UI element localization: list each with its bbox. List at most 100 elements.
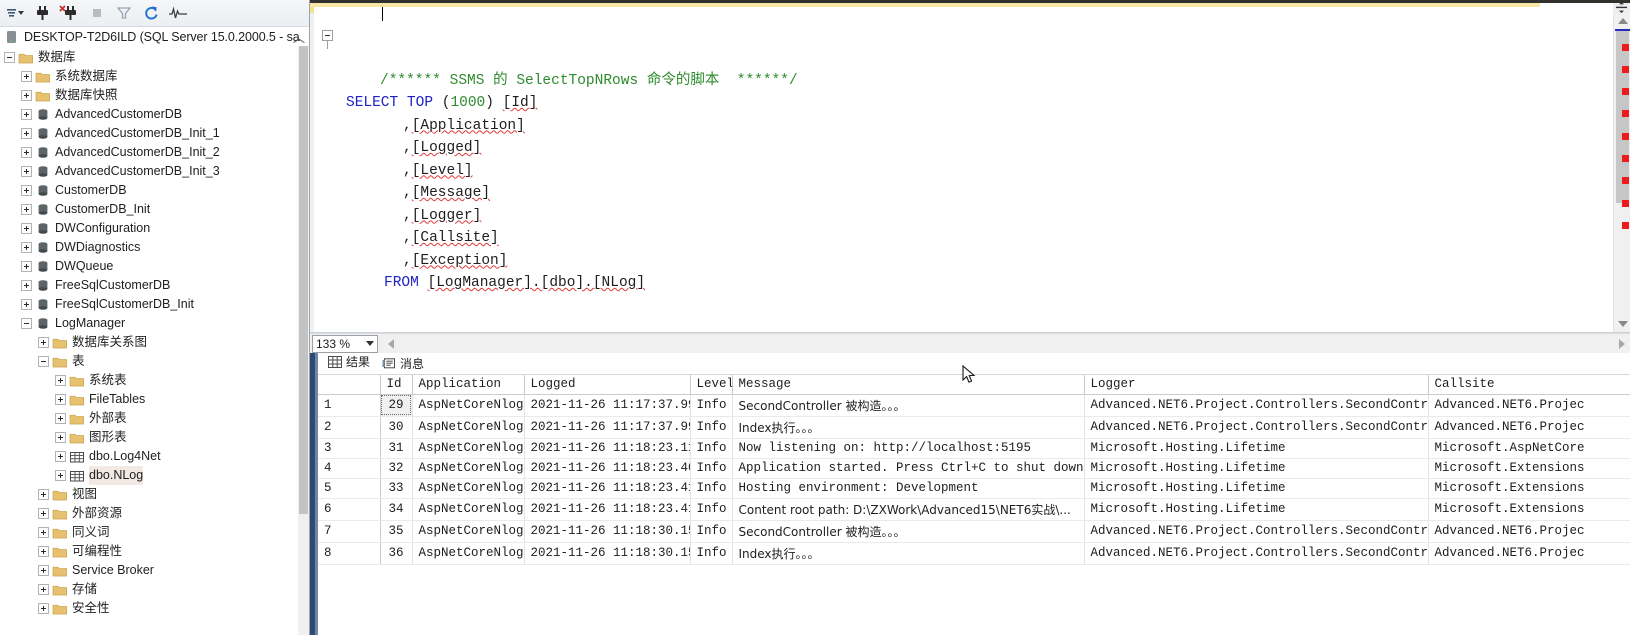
cell-application[interactable]: AspNetCoreNlog [412, 394, 525, 417]
tree-node-FileTables[interactable]: FileTables [0, 390, 309, 409]
cell-id[interactable]: 36 [380, 542, 413, 565]
tree-node-[interactable]: 表 [0, 352, 309, 371]
cell-application[interactable]: AspNetCoreNlog [412, 458, 525, 479]
expand-plus-icon[interactable] [55, 470, 66, 481]
cell-n[interactable]: 7 [318, 520, 381, 543]
expand-plus-icon[interactable] [21, 90, 32, 101]
cell-n[interactable]: 2 [318, 416, 381, 439]
cell-logger[interactable]: Advanced.NET6.Project.Controllers.Second… [1084, 416, 1429, 439]
cell-logger[interactable]: Advanced.NET6.Project.Controllers.Second… [1084, 542, 1429, 565]
tree-node-[interactable]: 数据库 [0, 48, 309, 67]
collapse-minus-icon[interactable] [38, 356, 49, 367]
expand-plus-icon[interactable] [38, 527, 49, 538]
cell-application[interactable]: AspNetCoreNlog [412, 416, 525, 439]
cell-message[interactable]: Content root path: D:\ZXWork\Advanced15\… [732, 498, 1085, 521]
cell-logger[interactable]: Advanced.NET6.Project.Controllers.Second… [1084, 520, 1429, 543]
cell-id[interactable]: 31 [380, 438, 413, 459]
cell-id[interactable]: 30 [380, 416, 413, 439]
column-header-level[interactable]: Level [690, 375, 733, 395]
tree-node-LogManager[interactable]: LogManager [0, 314, 309, 333]
collapse-minus-icon[interactable] [21, 318, 32, 329]
tree-node-AdvancedCustomerDB_Init_1[interactable]: AdvancedCustomerDB_Init_1 [0, 124, 309, 143]
tree-node-AdvancedCustomerDB[interactable]: AdvancedCustomerDB [0, 105, 309, 124]
explorer-vertical-scrollbar[interactable] [298, 46, 309, 635]
tree-node-[interactable]: 数据库关系图 [0, 333, 309, 352]
column-header-application[interactable]: Application [412, 375, 525, 395]
cell-level[interactable]: Info [690, 498, 733, 521]
cell-message[interactable]: SecondController 被构造。。。 [732, 520, 1085, 543]
expand-plus-icon[interactable] [38, 337, 49, 348]
cell-message[interactable]: Index执行。。。 [732, 416, 1085, 439]
cell-callsite[interactable]: Advanced.NET6.Projec [1428, 520, 1630, 543]
results-grid[interactable]: Id Application Logged Level Message Logger Cal… [318, 375, 1630, 565]
refresh-icon[interactable] [138, 2, 164, 25]
expand-plus-icon[interactable] [21, 299, 32, 310]
scroll-up-arrow[interactable] [1614, 12, 1630, 29]
cell-logger[interactable]: Microsoft.Hosting.Lifetime [1084, 458, 1429, 479]
results-tabstrip[interactable]: 结果 消息 [318, 353, 1630, 375]
tree-node-[interactable]: 图形表 [0, 428, 309, 447]
expand-plus-icon[interactable] [21, 204, 32, 215]
explorer-scroll-thumb[interactable] [299, 46, 308, 514]
tree-node-[interactable]: 系统数据库 [0, 67, 309, 86]
editor-horizontal-scrollbar[interactable] [398, 334, 1613, 353]
cell-level[interactable]: Info [690, 542, 733, 565]
cell-callsite[interactable]: Microsoft.AspNetCore [1428, 438, 1630, 459]
cell-message[interactable]: Index执行。。。 [732, 542, 1085, 565]
editor-gutter[interactable] [314, 0, 340, 332]
cell-message[interactable]: Application started. Press Ctrl+C to shu… [732, 458, 1085, 479]
error-marker[interactable] [1622, 44, 1629, 51]
tree-node-[interactable]: 系统表 [0, 371, 309, 390]
error-marker[interactable] [1622, 177, 1629, 184]
cell-n[interactable]: 5 [318, 478, 381, 499]
error-marker[interactable] [1622, 110, 1629, 117]
cell-logged[interactable]: 2021-11-26 11:18:23.413 [524, 498, 691, 521]
expand-plus-icon[interactable] [21, 261, 32, 272]
table-row[interactable]: 1 29 AspNetCoreNlog 2021-11-26 11:17:37.993… [318, 394, 1630, 417]
error-marker[interactable] [1622, 66, 1629, 73]
expand-plus-icon[interactable] [21, 109, 32, 120]
cell-callsite[interactable]: Advanced.NET6.Projec [1428, 542, 1630, 565]
cell-logger[interactable]: Microsoft.Hosting.Lifetime [1084, 438, 1429, 459]
cell-logger[interactable]: Microsoft.Hosting.Lifetime [1084, 478, 1429, 499]
expand-plus-icon[interactable] [55, 394, 66, 405]
hscroll-left-arrow[interactable] [384, 335, 398, 353]
tree-node-ServiceBroker[interactable]: Service Broker [0, 561, 309, 580]
tree-node-DWConfiguration[interactable]: DWConfiguration [0, 219, 309, 238]
tree-node-CustomerDB[interactable]: CustomerDB [0, 181, 309, 200]
cell-logged[interactable]: 2021-11-26 11:17:37.993 [524, 416, 691, 439]
hscroll-right-arrow[interactable] [1613, 335, 1630, 353]
cell-id[interactable]: 35 [380, 520, 413, 543]
cell-logged[interactable]: 2021-11-26 11:18:23.113 [524, 438, 691, 459]
expand-plus-icon[interactable] [21, 71, 32, 82]
cell-message[interactable]: Hosting environment: Development [732, 478, 1085, 499]
expand-plus-icon[interactable] [21, 223, 32, 234]
cell-level[interactable]: Info [690, 438, 733, 459]
cell-n[interactable]: 4 [318, 458, 381, 479]
column-header-logged[interactable]: Logged [524, 375, 691, 395]
tree-node-AdvancedCustomerDB_Init_3[interactable]: AdvancedCustomerDB_Init_3 [0, 162, 309, 181]
tree-node-[interactable]: 可编程性 [0, 542, 309, 561]
fold-collapse-icon[interactable] [322, 30, 333, 41]
error-marker[interactable] [1622, 222, 1629, 229]
cell-application[interactable]: AspNetCoreNlog [412, 478, 525, 499]
cell-callsite[interactable]: Microsoft.Extensions [1428, 458, 1630, 479]
table-row[interactable]: 3 31 AspNetCoreNlog 2021-11-26 11:18:23.113… [318, 438, 1630, 459]
tree-node-[interactable]: 安全性 [0, 599, 309, 618]
column-header-logger[interactable]: Logger [1084, 375, 1429, 395]
expand-plus-icon[interactable] [21, 280, 32, 291]
tree-node-[interactable]: 外部表 [0, 409, 309, 428]
cell-logged[interactable]: 2021-11-26 11:18:23.407 [524, 458, 691, 479]
results-tab-messages[interactable]: 消息 [378, 353, 432, 374]
table-row[interactable]: 2 30 AspNetCoreNlog 2021-11-26 11:17:37.993… [318, 416, 1630, 439]
tree-node-[interactable]: 数据库快照 [0, 86, 309, 105]
expand-plus-icon[interactable] [55, 451, 66, 462]
cell-id[interactable]: 33 [380, 478, 413, 499]
column-header-rownum[interactable] [318, 375, 381, 395]
error-marker[interactable] [1622, 200, 1629, 207]
cell-id[interactable]: 32 [380, 458, 413, 479]
column-header-message[interactable]: Message [732, 375, 1085, 395]
error-marker[interactable] [1622, 155, 1629, 162]
cell-level[interactable]: Info [690, 416, 733, 439]
cell-application[interactable]: AspNetCoreNlog [412, 498, 525, 521]
